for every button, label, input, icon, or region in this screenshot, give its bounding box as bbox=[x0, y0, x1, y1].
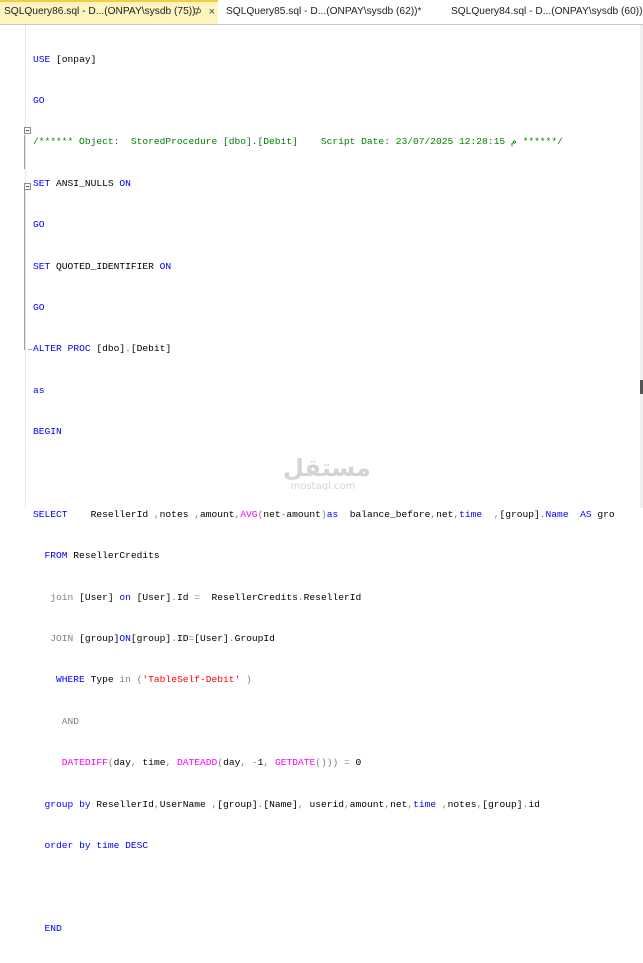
code-line: SET QUOTED_IDENTIFIER ON bbox=[33, 260, 172, 272]
code-line: GO bbox=[33, 219, 45, 231]
tab-sqlquery84[interactable]: SQLQuery84.sql - D...(ONPAY\sysdb (60))* bbox=[451, 0, 643, 24]
editor-margin bbox=[25, 25, 26, 508]
watermark-url: mostaql.com bbox=[290, 481, 356, 492]
watermark-logo: مستقل bbox=[283, 454, 371, 482]
sql-code[interactable]: USE [onpay] GO /****** Object: StoredPro… bbox=[33, 25, 615, 963]
tab-label: SQLQuery84.sql - D...(ONPAY\sysdb (60))* bbox=[451, 6, 643, 17]
tab-sqlquery86[interactable]: SQLQuery86.sql - D...(ONPAY\sysdb (75)) … bbox=[0, 0, 218, 24]
code-line: DATEDIFF(day, time, DATEADD(day, -1, GET… bbox=[61, 757, 362, 769]
code-line: join [User] on [User].Id = ResellerCredi… bbox=[50, 591, 362, 603]
code-line: END bbox=[44, 922, 62, 934]
code-line: SELECT ResellerId ,notes ,amount,AVG(net… bbox=[33, 508, 615, 520]
code-line: GO bbox=[33, 94, 45, 106]
code-line: BEGIN bbox=[33, 426, 62, 438]
code-line: ALTER PROC [dbo].[Debit] bbox=[33, 343, 172, 355]
code-line: SET ANSI_NULLS ON bbox=[33, 177, 131, 189]
code-line: as bbox=[33, 384, 45, 396]
code-line: JOIN [group]ON[group].ID=[User].GroupId bbox=[50, 633, 275, 645]
tab-label: SQLQuery86.sql - D...(ONPAY\sysdb (75)) bbox=[4, 6, 196, 17]
tab-label: SQLQuery85.sql - D...(ONPAY\sysdb (62))* bbox=[226, 6, 422, 17]
code-line: AND bbox=[61, 715, 80, 727]
outline-end bbox=[28, 349, 32, 350]
query-editor[interactable]: USE [onpay] GO /****** Object: StoredPro… bbox=[0, 25, 643, 934]
outline-guide bbox=[24, 135, 25, 169]
code-line: USE [onpay] bbox=[33, 53, 97, 65]
collapse-icon[interactable] bbox=[24, 127, 31, 134]
code-line: WHERE Type in ('TableSelf-Debit' ) bbox=[56, 674, 252, 686]
pin-icon[interactable]: ⊅ bbox=[194, 2, 202, 22]
collapse-icon[interactable] bbox=[24, 183, 31, 190]
outline-guide bbox=[24, 190, 25, 350]
code-line: group by ResellerId,UserName ,[group].[N… bbox=[44, 798, 540, 810]
watermark: مستقل mostaql.com bbox=[283, 454, 371, 492]
tab-sqlquery85[interactable]: SQLQuery85.sql - D...(ONPAY\sysdb (62))* bbox=[226, 0, 426, 24]
code-line: FROM ResellerCredits bbox=[44, 550, 160, 562]
code-line: GO bbox=[33, 301, 45, 313]
code-line: order by time DESC bbox=[44, 840, 149, 852]
close-icon[interactable]: × bbox=[209, 2, 215, 22]
code-line: /****** Object: StoredProcedure [dbo].[D… bbox=[33, 136, 563, 148]
document-tab-bar: SQLQuery86.sql - D...(ONPAY\sysdb (75)) … bbox=[0, 0, 643, 25]
